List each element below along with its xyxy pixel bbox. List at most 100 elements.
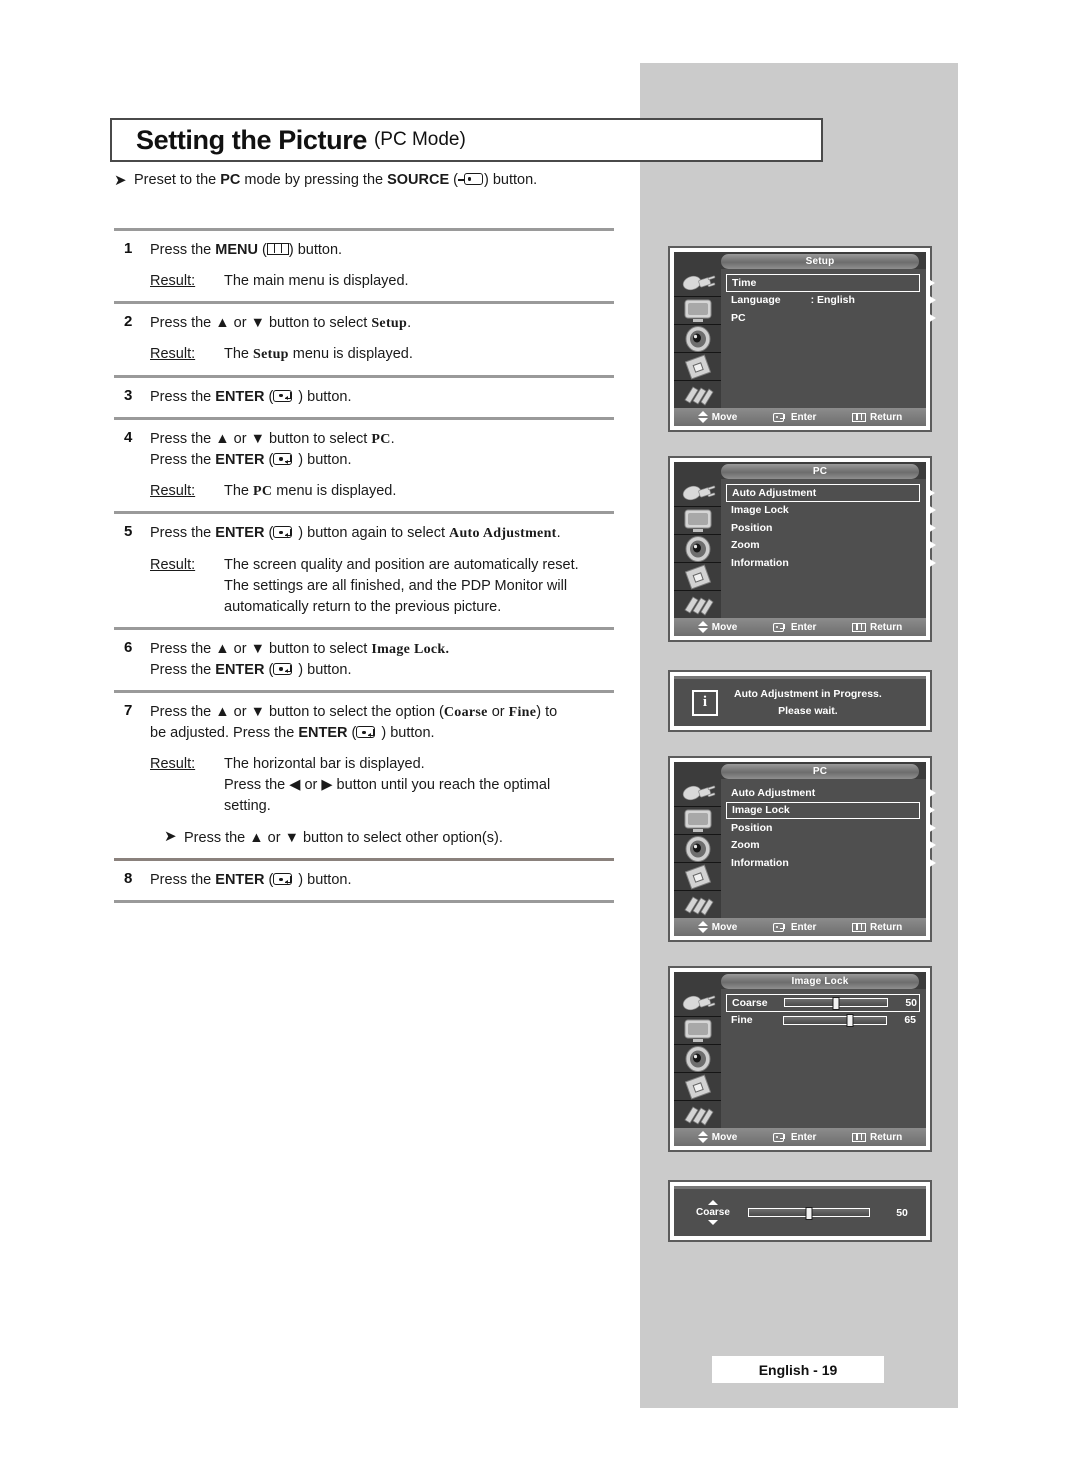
osd-row-label: Time	[732, 276, 757, 289]
features-icon[interactable]	[674, 891, 721, 918]
chevron-right-icon	[927, 487, 935, 498]
step-number: 6	[124, 638, 133, 656]
menu-key-icon	[851, 412, 866, 422]
osd-return-hint: Return	[851, 1132, 902, 1143]
osd-row-label: Zoom	[731, 839, 760, 852]
chevron-right-icon	[928, 822, 936, 833]
osd-sidebar	[674, 479, 721, 618]
chip-setup-icon[interactable]	[674, 353, 721, 381]
input-plug-icon[interactable]	[674, 269, 721, 297]
step-row: 8 Press the ENTER () button.	[114, 861, 614, 900]
down-arrow-icon[interactable]	[707, 1220, 718, 1225]
features-icon[interactable]	[674, 1101, 721, 1128]
features-icon[interactable]	[674, 591, 721, 618]
osd-row-value: : English	[810, 294, 855, 307]
osd-row[interactable]: Position	[726, 519, 936, 537]
osd-enter-hint: Enter	[772, 1132, 816, 1143]
osd-enter-hint: Enter	[772, 412, 816, 423]
speaker-icon[interactable]	[674, 1045, 721, 1073]
osd-row[interactable]: Information	[726, 554, 936, 572]
slider-value: 65	[904, 1014, 916, 1027]
enter-key-icon	[772, 412, 787, 422]
features-icon[interactable]	[674, 381, 721, 408]
up-arrow-icon[interactable]	[707, 1200, 718, 1205]
chip-setup-icon[interactable]	[674, 863, 721, 891]
result-label: Result:	[150, 756, 196, 773]
step-row: 7 Press the ▲ or ▼ button to select the o…	[114, 693, 614, 858]
progress-message: Auto Adjustment in Progress. Please wait…	[734, 686, 882, 719]
step-line: Press the ▲ or ▼ button to select the op…	[150, 703, 558, 720]
enter-button-icon	[273, 452, 298, 466]
osd-footer: Move Enter Return	[674, 1128, 926, 1146]
slider-track[interactable]	[784, 996, 888, 1010]
slider-row-coarse[interactable]: Coarse 50	[726, 994, 920, 1012]
slider-label: Coarse	[732, 996, 768, 1009]
monitor-icon[interactable]	[674, 507, 721, 535]
osd-row[interactable]: Auto Adjustment	[726, 484, 935, 502]
osd-row[interactable]: Image Lock	[726, 801, 935, 819]
sub-note-text: Press the ▲ or ▼ button to select other …	[184, 830, 503, 847]
osd-titlebar: Image Lock	[674, 972, 926, 989]
speaker-icon[interactable]	[674, 325, 721, 353]
monitor-icon[interactable]	[674, 1017, 721, 1045]
enter-key-icon	[772, 622, 787, 632]
osd-move-hint: Move	[697, 411, 737, 423]
step-row: 5 Press the ENTER () button again to sele…	[114, 514, 614, 626]
osd-return-hint: Return	[851, 412, 902, 423]
enter-button-icon	[273, 526, 298, 539]
chevron-right-icon	[928, 295, 936, 306]
osd-move-hint: Move	[697, 1131, 737, 1143]
slider-row-fine[interactable]: Fine 65	[726, 1012, 920, 1030]
osd-title: Image Lock	[721, 974, 919, 989]
step-number: 7	[124, 701, 133, 719]
divider	[114, 900, 614, 904]
result-text: The screen quality and position are auto…	[224, 556, 579, 615]
osd-footer: Move Enter Return	[674, 918, 926, 936]
osd-row[interactable]: Image Lock	[726, 502, 936, 520]
coarse-bar-track[interactable]	[747, 1206, 870, 1220]
monitor-icon[interactable]	[674, 297, 721, 325]
step-row: 4 Press the ▲ or ▼ button to select PC. Pr…	[114, 420, 614, 512]
step-line: be adjusted. Press the ENTER () button.	[150, 725, 435, 742]
input-plug-icon[interactable]	[674, 779, 721, 807]
osd-move-hint: Move	[697, 621, 737, 633]
speaker-icon[interactable]	[674, 835, 721, 863]
up-down-arrows-icon	[697, 1131, 708, 1143]
chip-setup-icon[interactable]	[674, 1073, 721, 1101]
osd-row[interactable]: Language : English	[726, 292, 936, 310]
step-body: Press the MENU () button. Result: The main…	[150, 240, 614, 292]
chevron-right-icon	[928, 840, 936, 851]
slider-thumb[interactable]	[832, 996, 840, 1010]
osd-row[interactable]: Time	[726, 274, 935, 292]
osd-row[interactable]: Position	[726, 819, 936, 837]
step-line: Press the ENTER () button.	[150, 451, 352, 468]
chip-setup-icon[interactable]	[674, 563, 721, 591]
osd-row[interactable]: Zoom	[726, 837, 936, 855]
osd-title: PC	[721, 464, 919, 479]
osd-row-label: Language	[731, 294, 781, 307]
steps-list: 1 Press the MENU () button. Result: The mai…	[114, 228, 614, 904]
chevron-right-icon	[927, 805, 935, 816]
monitor-icon[interactable]	[674, 807, 721, 835]
enter-key-icon	[772, 922, 787, 932]
step-line: Press the ENTER () button.	[150, 388, 352, 405]
step-row: 3 Press the ENTER () button.	[114, 378, 614, 417]
osd-row[interactable]: Auto Adjustment	[726, 784, 936, 802]
osd-row[interactable]: Information	[726, 854, 936, 872]
result-text: The Setup menu is displayed.	[224, 346, 413, 363]
input-plug-icon[interactable]	[674, 989, 721, 1017]
osd-row[interactable]: PC	[726, 309, 936, 327]
slider-track[interactable]	[783, 1014, 887, 1028]
step-line: Press the MENU () button.	[150, 242, 343, 258]
slider-thumb[interactable]	[846, 1014, 854, 1028]
step-line: Press the ENTER () button again to selec…	[150, 525, 561, 542]
speaker-icon[interactable]	[674, 535, 721, 563]
enter-key-icon	[772, 1132, 787, 1142]
osd-row-label: Auto Adjustment	[731, 786, 816, 799]
osd-row[interactable]: Zoom	[726, 537, 936, 555]
input-plug-icon[interactable]	[674, 479, 721, 507]
step-number: 8	[124, 870, 133, 888]
osd-panel-pc-image-lock-selected: PC Auto Adjustment Image Lock Position Z…	[668, 756, 936, 942]
coarse-bar-thumb[interactable]	[805, 1206, 813, 1220]
osd-footer: Move Enter Return	[674, 618, 926, 636]
